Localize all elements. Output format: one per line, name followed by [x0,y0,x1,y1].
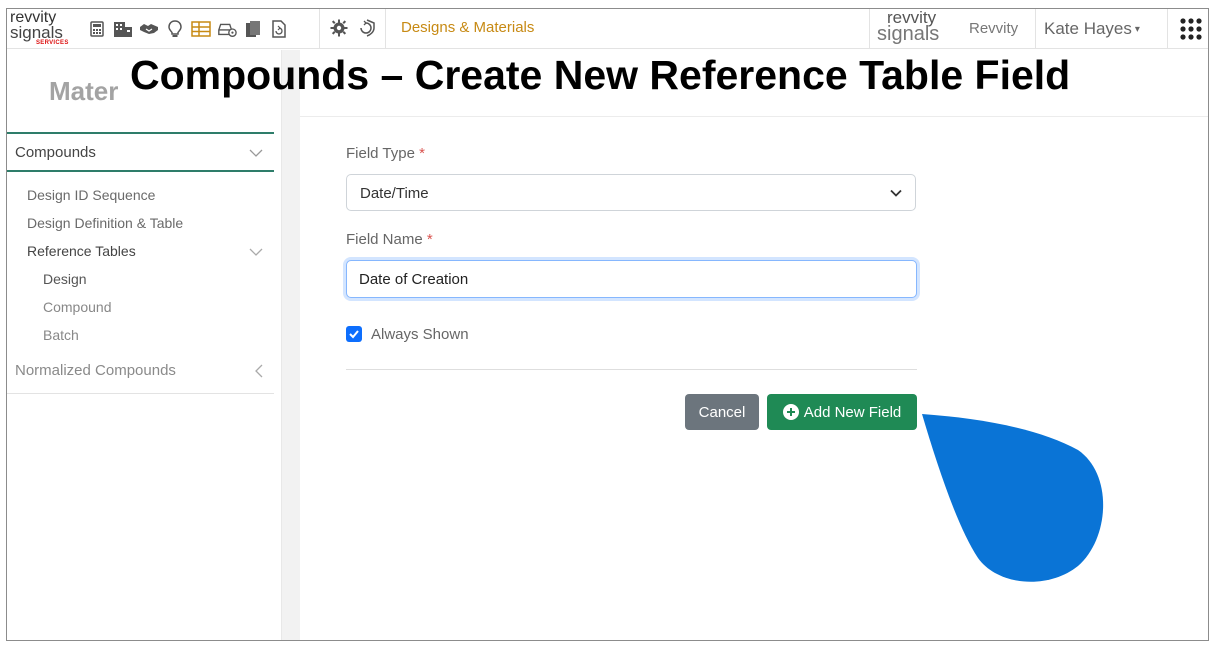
field-type-value: Date/Time [360,185,429,202]
brand-logo-right: revvity signals [877,9,957,49]
chevron-down-icon[interactable] [248,244,264,260]
sidebar-divider [7,393,274,394]
sidebar: Mater Compounds Design ID Sequence Desig… [7,50,281,640]
checkmark-icon [349,330,359,339]
required-mark: * [419,145,425,162]
pointer-teardrop-icon [922,414,1104,582]
always-shown-checkbox[interactable] [346,326,362,342]
chevron-down-icon [249,149,263,157]
car-settings-icon[interactable] [217,19,237,39]
sidebar-item-design[interactable]: Design [43,271,87,287]
field-type-select[interactable]: Date/Time [346,174,916,211]
caret-down-icon: ▾ [1134,24,1140,36]
table-icon[interactable] [191,19,211,39]
field-name-input[interactable] [346,260,917,298]
grid-apps-icon[interactable] [1179,17,1203,41]
user-name: Kate Hayes [1044,19,1132,38]
top-navbar: revvity signals SERVICES Designs & Mater… [7,9,1208,49]
sidebar-title: Mater [49,76,119,106]
plus-circle-icon [782,404,799,420]
sidebar-item-compound[interactable]: Compound [43,299,112,315]
sidebar-item-design-id-sequence[interactable]: Design ID Sequence [27,187,155,203]
always-shown-label[interactable]: Always Shown [371,326,469,343]
clipboard-icon[interactable] [243,19,263,39]
field-name-label-text: Field Name [346,231,423,248]
form-divider [346,369,917,370]
user-menu[interactable]: Kate Hayes ▾ [1044,19,1140,39]
nav-icon-group [87,18,289,40]
brand-word-signals: signals [10,23,63,42]
sidebar-item-batch[interactable]: Batch [43,327,79,343]
nav-separator [869,9,870,49]
brand-word-signals: signals [877,23,940,45]
sidebar-section-normalized-compounds[interactable]: Normalized Compounds [15,362,176,379]
sidebar-item-design-definition-table[interactable]: Design Definition & Table [27,215,183,231]
brand-logo-left[interactable]: revvity signals SERVICES [10,10,80,48]
main-header-divider [300,116,1208,117]
shield-refresh-icon[interactable] [357,18,377,38]
field-name-label: Field Name * [346,231,433,248]
building-icon[interactable] [113,19,133,39]
nav-separator [1035,9,1036,49]
lightbulb-icon[interactable] [165,19,185,39]
add-new-field-button[interactable]: Add New Field [767,394,917,430]
tenant-name: Revvity [969,20,1019,37]
gear-icon[interactable] [329,18,349,38]
field-type-label-text: Field Type [346,145,415,162]
nav-separator [319,9,320,49]
sidebar-item-reference-tables[interactable]: Reference Tables [27,243,136,259]
add-new-field-label: Add New Field [803,403,902,421]
brand-word-services: SERVICES [36,40,69,46]
sidebar-resize-gutter[interactable] [281,50,300,640]
handshake-icon[interactable] [139,19,159,39]
calculator-icon[interactable] [87,19,107,39]
document-refresh-icon[interactable] [269,19,289,39]
chevron-left-icon[interactable] [251,363,267,379]
settings-icon-group [329,18,377,38]
required-mark: * [426,231,433,248]
sidebar-section-label: Compounds [15,144,96,161]
nav-separator [1167,9,1168,49]
field-type-label: Field Type * [346,145,425,162]
sidebar-section-compounds[interactable]: Compounds [7,132,274,172]
overlay-title: Compounds – Create New Reference Table F… [130,52,1071,98]
chevron-down-icon [890,189,902,197]
nav-separator [385,9,386,49]
cancel-button[interactable]: Cancel [685,394,759,430]
section-link-designs-materials[interactable]: Designs & Materials [401,19,534,36]
